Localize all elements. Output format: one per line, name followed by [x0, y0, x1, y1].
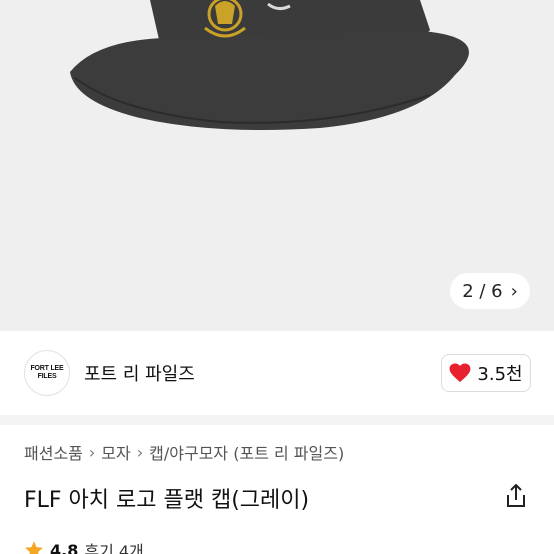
section-divider: [0, 415, 554, 425]
star-icon: [25, 541, 43, 554]
share-icon[interactable]: [502, 482, 530, 510]
brand-logo[interactable]: FORT LEE FILES: [24, 350, 70, 396]
chevron-right-icon: ›: [136, 442, 144, 462]
heart-icon: [449, 363, 471, 383]
chevron-right-icon: ›: [510, 280, 518, 302]
brand-logo-line2: FILES: [37, 373, 57, 380]
brand-logo-line1: FORT LEE: [30, 365, 64, 372]
breadcrumb-item[interactable]: 캡/야구모자 (포트 리 파일즈): [149, 440, 344, 464]
brand-name[interactable]: 포트 리 파일즈: [84, 360, 195, 386]
like-count: 3.5천: [477, 364, 523, 385]
image-counter-text: 2 / 6: [462, 280, 503, 302]
review-count: 후기 4개: [84, 542, 144, 554]
chevron-right-icon: ›: [88, 442, 96, 462]
breadcrumb-item[interactable]: 패션소품: [24, 440, 83, 464]
image-counter[interactable]: 2 / 6 ›: [450, 273, 530, 309]
product-image-gallery[interactable]: 2 / 6 ›: [0, 0, 554, 331]
breadcrumb-item[interactable]: 모자: [101, 440, 130, 464]
breadcrumb: 패션소품 › 모자 › 캡/야구모자 (포트 리 파일즈): [24, 440, 344, 464]
product-title: FLF 아치 로고 플랫 캡(그레이): [24, 488, 310, 513]
rating-score: 4.8: [50, 540, 79, 554]
like-button[interactable]: 3.5천: [441, 354, 531, 392]
rating-row[interactable]: 4.8 후기 4개: [24, 538, 144, 554]
